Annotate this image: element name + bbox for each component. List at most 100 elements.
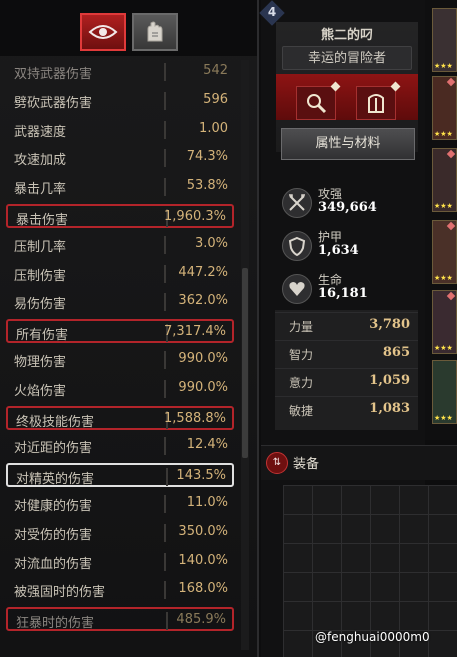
swap-icon[interactable]: ⇅ bbox=[266, 452, 288, 474]
attributes-materials-button[interactable]: 属性与材料 bbox=[281, 128, 415, 160]
stat-row[interactable]: 狂暴时的伤害 485.9% bbox=[6, 607, 234, 632]
stat-row[interactable]: 武器速度 1.00 bbox=[6, 118, 234, 142]
gem-icon bbox=[446, 149, 456, 159]
equipment-title: 装备 bbox=[293, 457, 320, 472]
gem-icon bbox=[446, 221, 456, 231]
core-stat-value: 349,664 bbox=[318, 200, 377, 215]
stat-value: 990.0% bbox=[178, 379, 228, 395]
watermark: @fenghuai0000m0 bbox=[315, 630, 430, 644]
stat-name: 压制几率 bbox=[14, 239, 67, 255]
level-number: 4 bbox=[267, 5, 277, 19]
stat-row[interactable]: 对近距的伤害 12.4% bbox=[6, 434, 234, 458]
row-divider bbox=[164, 552, 166, 571]
character-title-select[interactable]: 幸运的冒险者 bbox=[282, 46, 412, 70]
wardrobe-icon bbox=[368, 94, 384, 113]
stat-value: 990.0% bbox=[178, 351, 228, 366]
rating-stars-icon: ★★★ bbox=[434, 62, 453, 70]
stat-row[interactable]: 对精英的伤害 143.5% bbox=[6, 463, 234, 488]
stat-row[interactable]: 易伤伤害 362.0% bbox=[6, 290, 234, 314]
stat-value: 74.3% bbox=[186, 149, 228, 165]
character-name: 熊二的叼 bbox=[320, 28, 373, 43]
attribute-row[interactable]: 力量 3,780 bbox=[275, 312, 418, 339]
stat-row[interactable]: 对健康的伤害 11.0% bbox=[6, 492, 234, 516]
attribute-row[interactable]: 意力 1,059 bbox=[275, 368, 418, 395]
gem-icon bbox=[446, 77, 456, 87]
scrollbar-thumb[interactable] bbox=[242, 268, 248, 458]
equipment-header bbox=[261, 445, 457, 480]
stat-value: 3.0% bbox=[194, 235, 228, 251]
stat-name: 武器速度 bbox=[14, 124, 67, 140]
stat-row[interactable]: 压制几率 3.0% bbox=[6, 233, 234, 257]
stat-row[interactable]: 终极技能伤害 1,588.8% bbox=[6, 405, 234, 430]
core-stat[interactable]: 攻强 349,664 bbox=[278, 185, 418, 225]
stat-name: 对流血的伤害 bbox=[14, 556, 93, 572]
shield-icon bbox=[282, 231, 312, 261]
stat-name: 狂暴时的伤害 bbox=[16, 616, 95, 632]
attribute-value: 1,083 bbox=[369, 401, 410, 416]
core-stat[interactable]: 生命 16,181 bbox=[278, 271, 418, 311]
stat-row[interactable]: 双持武器伤害 542 bbox=[6, 60, 234, 84]
stat-row[interactable]: 被强固时的伤害 168.0% bbox=[6, 578, 234, 602]
stat-row[interactable]: 物理伤害 990.0% bbox=[6, 348, 234, 372]
attribute-value: 1,059 bbox=[369, 373, 410, 388]
stat-value: 596 bbox=[203, 91, 228, 107]
stat-name: 被强固时的伤害 bbox=[14, 585, 106, 601]
row-divider bbox=[164, 264, 166, 283]
inspect-button[interactable] bbox=[296, 81, 341, 120]
tab-stats[interactable] bbox=[80, 13, 126, 51]
stat-value: 7,317.4% bbox=[164, 324, 226, 340]
stat-row[interactable]: 所有伤害 7,317.4% bbox=[6, 319, 234, 344]
row-divider bbox=[164, 293, 166, 312]
stat-value: 350.0% bbox=[178, 523, 228, 539]
stat-row[interactable]: 攻速加成 74.3% bbox=[6, 146, 234, 170]
row-divider bbox=[164, 235, 166, 254]
stat-name: 暴击几率 bbox=[14, 182, 67, 198]
stat-row[interactable]: 火焰伤害 990.0% bbox=[6, 377, 234, 401]
stat-value: 11.0% bbox=[186, 495, 228, 510]
armory-button[interactable] bbox=[356, 81, 401, 120]
rating-stars-icon: ★★★ bbox=[434, 202, 453, 210]
row-divider bbox=[164, 351, 166, 369]
row-divider bbox=[164, 581, 166, 600]
attribute-name: 智力 bbox=[289, 348, 314, 362]
item-slot[interactable]: ★★★ bbox=[432, 76, 457, 140]
row-divider bbox=[164, 63, 166, 81]
stat-row[interactable]: 压制伤害 447.2% bbox=[6, 262, 234, 286]
heart-icon bbox=[282, 274, 312, 304]
stat-row[interactable]: 暴击几率 53.8% bbox=[6, 175, 234, 199]
rating-stars-icon: ★★★ bbox=[434, 274, 453, 282]
stat-row[interactable]: 对流血的伤害 140.0% bbox=[6, 550, 234, 574]
eye-icon bbox=[88, 25, 118, 39]
core-stat[interactable]: 护甲 1,634 bbox=[278, 228, 418, 268]
stat-value: 485.9% bbox=[176, 612, 226, 628]
stat-name: 火焰伤害 bbox=[14, 383, 67, 399]
core-stat-value: 1,634 bbox=[318, 243, 359, 258]
tab-materials[interactable] bbox=[132, 13, 178, 51]
row-divider bbox=[164, 91, 166, 110]
row-divider bbox=[164, 120, 166, 139]
item-slot[interactable]: ★★★ bbox=[432, 220, 457, 284]
item-slot[interactable]: ★★★ bbox=[432, 360, 457, 424]
stat-value: 12.4% bbox=[186, 437, 228, 453]
row-divider bbox=[164, 379, 166, 398]
attribute-name: 力量 bbox=[289, 320, 314, 334]
item-slot[interactable]: ★★★ bbox=[432, 8, 457, 72]
stat-row[interactable]: 暴击伤害 1,960.3% bbox=[6, 204, 234, 228]
stat-row[interactable]: 劈砍武器伤害 596 bbox=[6, 89, 234, 113]
stat-value: 1,588.8% bbox=[164, 410, 226, 426]
magnify-icon bbox=[307, 94, 327, 114]
swords-icon bbox=[282, 188, 312, 218]
stat-row[interactable]: 对受伤的伤害 350.0% bbox=[6, 521, 234, 545]
attribute-row[interactable]: 智力 865 bbox=[275, 340, 418, 367]
row-divider bbox=[164, 523, 166, 542]
item-slot[interactable]: ★★★ bbox=[432, 148, 457, 212]
stat-value: 542 bbox=[203, 63, 228, 78]
row-divider bbox=[166, 612, 168, 631]
stat-name: 对近距的伤害 bbox=[14, 441, 93, 457]
tab-bar bbox=[0, 0, 257, 56]
attribute-row[interactable]: 敏捷 1,083 bbox=[275, 396, 418, 423]
stat-name: 物理伤害 bbox=[14, 355, 67, 370]
attribute-name: 敏捷 bbox=[289, 404, 314, 418]
item-slot[interactable]: ★★★ bbox=[432, 290, 457, 354]
stat-name: 易伤伤害 bbox=[14, 297, 67, 313]
